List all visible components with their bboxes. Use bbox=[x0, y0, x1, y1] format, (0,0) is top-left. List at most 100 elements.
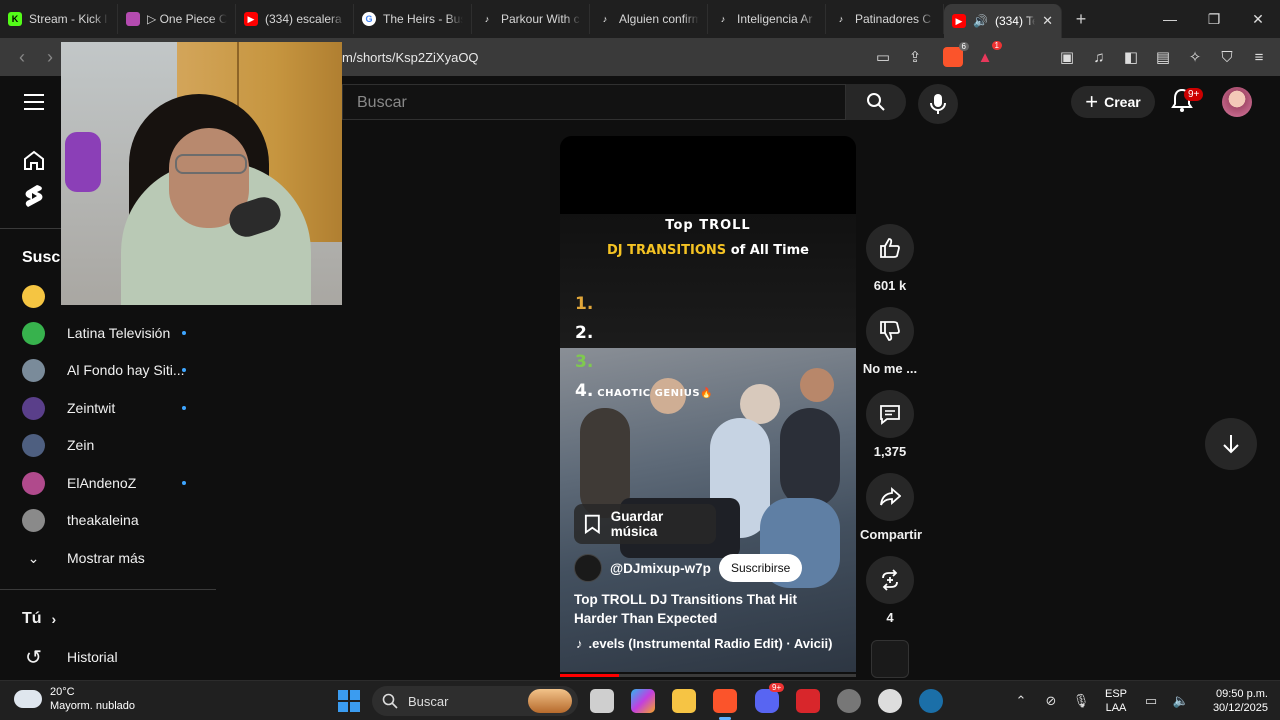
like-count: 601 k bbox=[873, 278, 907, 293]
rewards-badge: 1 bbox=[991, 41, 1002, 50]
file-explorer-icon[interactable] bbox=[672, 689, 696, 713]
webcam-plush-toy bbox=[65, 132, 101, 192]
browser-tab[interactable]: ▷ One Piece C bbox=[118, 4, 236, 34]
sidebar-subscription[interactable]: Zein bbox=[22, 429, 212, 461]
search-input[interactable]: Buscar bbox=[342, 84, 846, 120]
sound-thumbnail[interactable] bbox=[871, 640, 909, 678]
home-icon[interactable] bbox=[22, 148, 46, 172]
search-placeholder: Buscar bbox=[357, 94, 407, 111]
menu-icon[interactable]: ≡ bbox=[1248, 46, 1270, 68]
chrome-icon[interactable] bbox=[837, 689, 861, 713]
remix-button[interactable] bbox=[866, 556, 914, 604]
maximize-icon[interactable]: ❐ bbox=[1192, 0, 1236, 38]
minimize-icon[interactable]: — bbox=[1148, 0, 1192, 38]
new-content-dot bbox=[182, 331, 186, 335]
channel-name[interactable]: @DJmixup-w7p bbox=[610, 561, 711, 576]
sidebar-item-history[interactable]: ↺ Historial bbox=[22, 641, 212, 673]
sidebar-subscription[interactable]: theakaleina bbox=[22, 504, 212, 536]
leo-ai-icon[interactable]: ✧ bbox=[1184, 46, 1206, 68]
m365-copilot-icon[interactable] bbox=[631, 689, 655, 713]
task-view-icon[interactable] bbox=[590, 689, 614, 713]
video-overlay-subtitle: DJ TRANSITIONS of All Time bbox=[560, 243, 856, 258]
voice-search-button[interactable] bbox=[918, 84, 958, 124]
microphone-icon[interactable]: 🎙 bbox=[1066, 693, 1096, 709]
rank-item: 3. bbox=[575, 352, 593, 372]
volume-icon[interactable]: 🔈 bbox=[1166, 693, 1196, 709]
reader-icon[interactable]: ▣ bbox=[1056, 46, 1078, 68]
channel-avatar[interactable] bbox=[574, 554, 602, 582]
system-tray: ⌃ ⊘ 🎙 ESP LAA ▭ 🔈 09:50 p.m. 30/12/2025 bbox=[1006, 681, 1280, 720]
browser-tab-active[interactable]: ▶ 🔊 (334) Te ✕ bbox=[944, 4, 1062, 38]
media-icon[interactable]: ♫ bbox=[1088, 46, 1110, 68]
layout-code: LAA bbox=[1105, 702, 1127, 714]
dislike-button[interactable] bbox=[866, 307, 914, 355]
windows-start-icon[interactable] bbox=[338, 690, 360, 712]
browser-tab[interactable]: ♪ Patinadores C bbox=[826, 4, 944, 34]
sidebar-subscription[interactable]: Latina Televisión bbox=[22, 317, 212, 349]
taskbar-search[interactable]: Buscar bbox=[372, 686, 578, 716]
share-button[interactable] bbox=[866, 473, 914, 521]
discord-badge: 9+ bbox=[769, 683, 785, 692]
rank-item: 2. bbox=[575, 323, 593, 343]
browser-tab[interactable]: K Stream - Kick l bbox=[0, 4, 118, 34]
comments-button[interactable] bbox=[866, 390, 914, 438]
network-icon[interactable]: ▭ bbox=[1136, 693, 1166, 709]
music-link[interactable]: ♪ .evels (Instrumental Radio Edit) · Avic… bbox=[576, 636, 846, 651]
sidebar-subscription[interactable]: ElAndenoZ bbox=[22, 467, 212, 499]
music-note-icon: ♪ bbox=[576, 636, 583, 651]
video-title[interactable]: Top TROLL DJ Transitions That Hit Harder… bbox=[574, 590, 844, 628]
you-section-header[interactable]: Tú › bbox=[22, 603, 212, 635]
shield-count-badge: 6 bbox=[958, 42, 969, 51]
browser-tab[interactable]: G The Heirs - Bus bbox=[354, 4, 472, 34]
account-avatar[interactable] bbox=[1222, 87, 1252, 117]
red-app-icon[interactable] bbox=[796, 689, 820, 713]
shorts-icon[interactable] bbox=[22, 184, 46, 208]
share-icon[interactable]: ⇪ bbox=[904, 46, 926, 68]
like-button[interactable] bbox=[866, 224, 914, 272]
overlay-gold-text: DJ TRANSITIONS bbox=[607, 243, 727, 258]
browser-tab[interactable]: ▶ (334) escalera bbox=[236, 4, 354, 34]
vpn-icon[interactable]: ⛉ bbox=[1216, 46, 1238, 68]
hamburger-menu-icon[interactable] bbox=[24, 94, 44, 110]
browser-tab[interactable]: ♪ Parkour With c bbox=[472, 4, 590, 34]
microphone-icon bbox=[930, 94, 946, 114]
brave-rewards-icon[interactable]: ▲ 1 bbox=[974, 41, 1002, 68]
back-icon[interactable]: ‹ bbox=[8, 47, 36, 68]
sidebar-subscription[interactable]: Zeintwit bbox=[22, 392, 212, 424]
sidebar-icon[interactable]: ◧ bbox=[1120, 46, 1142, 68]
save-music-button[interactable]: Guardar música bbox=[574, 504, 716, 544]
close-window-icon[interactable]: ✕ bbox=[1236, 0, 1280, 38]
system-clock[interactable]: 09:50 p.m. 30/12/2025 bbox=[1196, 687, 1268, 715]
input-language[interactable]: ESP LAA bbox=[1096, 687, 1136, 715]
weather-widget[interactable]: 20°C Mayorm. nublado bbox=[14, 684, 135, 713]
wallet-icon[interactable]: ▤ bbox=[1152, 46, 1174, 68]
chevron-up-icon[interactable]: ⌃ bbox=[1006, 693, 1036, 709]
brave-browser-icon[interactable] bbox=[713, 689, 737, 720]
discord-icon[interactable] bbox=[755, 689, 779, 713]
sidebar-subscription[interactable]: Al Fondo hay Siti... bbox=[22, 354, 212, 386]
audio-icon[interactable]: 🔊 bbox=[973, 14, 988, 28]
forward-icon[interactable]: › bbox=[36, 47, 64, 68]
you-label: Tú bbox=[22, 610, 42, 627]
create-button[interactable]: + Crear bbox=[1071, 86, 1155, 118]
save-music-label: Guardar música bbox=[610, 509, 664, 539]
search-button[interactable] bbox=[846, 84, 906, 120]
obs-studio-icon[interactable] bbox=[878, 689, 902, 713]
browser-tab[interactable]: ♪ Alguien confirm bbox=[590, 4, 708, 34]
share-action: Compartir bbox=[860, 473, 922, 542]
history-icon: ↺ bbox=[25, 646, 42, 669]
browser-tab[interactable]: ♪ Inteligencia Ar bbox=[708, 4, 826, 34]
video-progress-bar[interactable] bbox=[560, 674, 856, 677]
cast-icon[interactable]: ▭ bbox=[872, 46, 894, 68]
short-video-player[interactable]: Top TROLL DJ TRANSITIONS of All Time 1. … bbox=[560, 136, 856, 672]
hidden-eye-icon[interactable]: ⊘ bbox=[1036, 693, 1066, 709]
show-more-button[interactable]: ⌄ Mostrar más bbox=[22, 542, 212, 574]
plus-icon[interactable]: + bbox=[1062, 9, 1100, 30]
show-more-label: Mostrar más bbox=[67, 550, 145, 566]
steam-icon[interactable] bbox=[919, 689, 943, 713]
toolbar-actions: ▭ ⇪ 6 ▲ 1 ▣ ♫ ◧ ▤ ✧ ⛉ ≡ bbox=[872, 38, 1270, 76]
close-tab-icon[interactable]: ✕ bbox=[1042, 13, 1053, 29]
brave-shields-icon[interactable]: 6 bbox=[942, 42, 969, 68]
subscribe-button[interactable]: Suscribirse bbox=[718, 554, 803, 582]
next-short-button[interactable] bbox=[1205, 418, 1257, 470]
